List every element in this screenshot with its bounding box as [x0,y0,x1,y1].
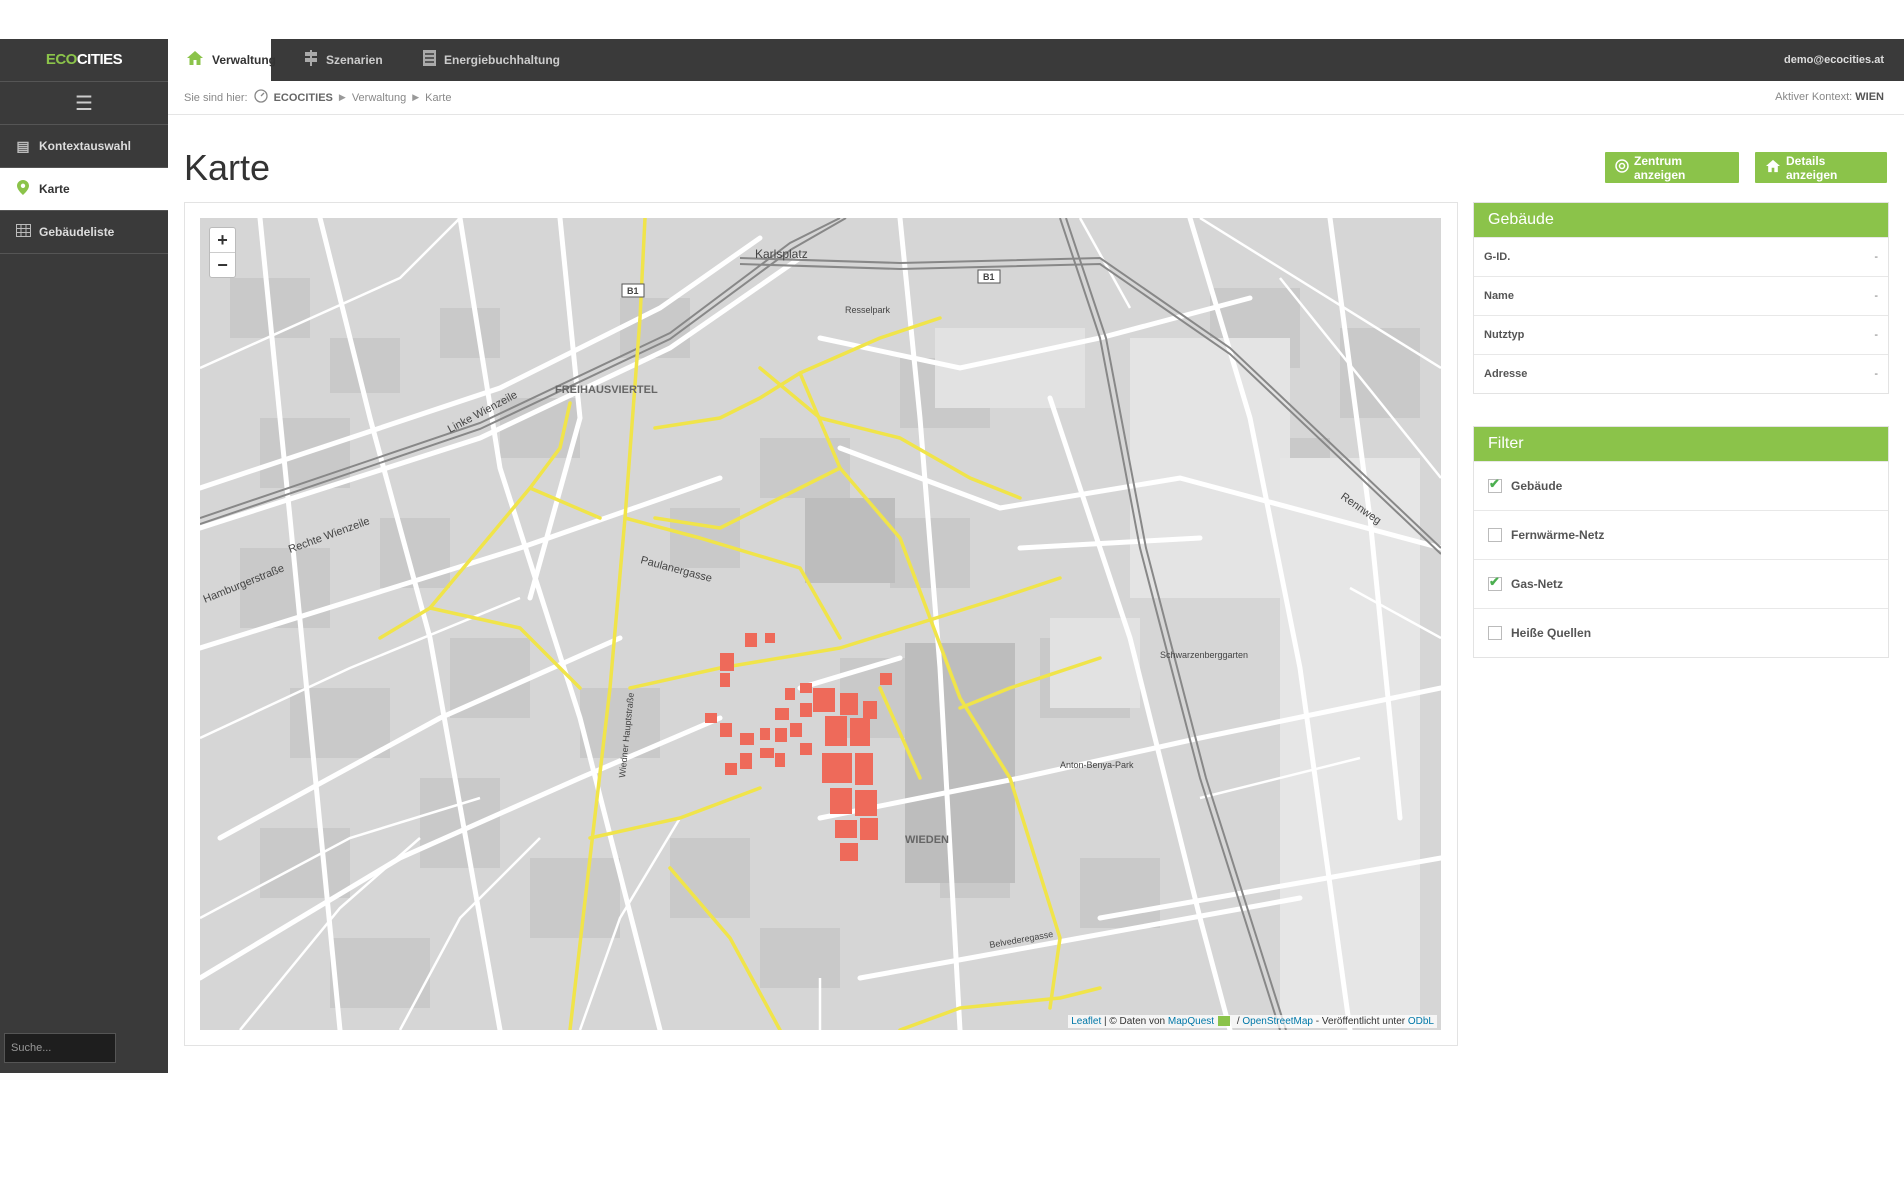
svg-text:B1: B1 [627,286,639,296]
filter-heisse-quellen[interactable]: Heiße Quellen [1474,608,1888,657]
field-nutztyp: Nutztyp - [1474,315,1888,354]
tab-verwaltung[interactable]: Verwaltung [168,39,276,81]
svg-text:B1: B1 [983,272,995,282]
gebaeude-panel-title: Gebäude [1474,203,1888,237]
breadcrumb-home[interactable]: ECOCITIES [274,92,333,104]
sidebar-item-label: Kontextauswahl [39,139,132,153]
odbl-link[interactable]: ODbL [1408,1016,1434,1027]
map-tiles: Karlsplatz Resselpark FREIHAUSVIERTEL WI… [200,218,1441,1030]
sidebar-item-gebaeudeliste[interactable]: Gebäudeliste [0,211,168,254]
sidebar-item-karte[interactable]: Karte [0,168,168,211]
details-button[interactable]: Details anzeigen [1755,152,1887,183]
filter-gebaeude[interactable]: Gebäude [1474,461,1888,510]
zoom-in-button[interactable]: + [210,228,235,252]
tab-energiebuchhaltung[interactable]: Energiebuchhaltung [405,39,578,81]
osm-link[interactable]: OpenStreetMap [1242,1016,1313,1027]
sidebar-item-label: Gebäudeliste [39,225,115,239]
checkbox[interactable] [1488,476,1502,493]
checkbox[interactable] [1488,626,1502,640]
map-label: WIEDEN [905,834,949,846]
map[interactable]: Karlsplatz Resselpark FREIHAUSVIERTEL WI… [200,218,1441,1030]
target-icon [1615,159,1629,176]
app-window: ECOCITIES ☰ ▤ Kontextauswahl Karte Gebäu… [0,39,1904,1073]
zoom-control: + − [209,227,236,278]
top-navigation: Verwaltung Szenarien Energiebuchhaltung … [168,39,1904,81]
map-label: Resselpark [845,305,891,315]
map-label: Anton-Benya-Park [1060,760,1134,770]
checkbox[interactable] [1488,574,1502,591]
road-shield-b1: B1 [977,269,1001,284]
menu-toggle-icon[interactable]: ☰ [0,82,168,125]
map-label: Schwarzenberggarten [1160,650,1248,660]
map-label: Karlsplatz [755,247,808,261]
breadcrumb-item: Karte [425,91,452,104]
page-title: Karte [184,147,271,188]
filter-gas-netz[interactable]: Gas-Netz [1474,559,1888,608]
breadcrumb-item[interactable]: Verwaltung [352,92,406,104]
gebaeude-panel: Gebäude G-ID. - Name - Nutztyp - Adresse - [1473,202,1889,394]
map-label: FREIHAUSVIERTEL [555,384,658,396]
field-name: Name - [1474,276,1888,315]
home-icon [1765,159,1781,176]
tab-szenarien[interactable]: Szenarien [286,39,401,81]
zoom-out-button[interactable]: − [210,252,235,277]
layers-icon: ▤ [16,137,30,154]
sidebar-item-label: Karte [39,182,70,196]
road-shield-b1: B1 [621,283,645,298]
mapquest-link[interactable]: MapQuest [1168,1016,1214,1027]
breadcrumb-separator-icon: ▶ [412,92,420,102]
field-gid: G-ID. - [1474,237,1888,276]
filter-panel: Filter Gebäude Fernwärme-Netz Gas-Netz H… [1473,426,1889,658]
logo[interactable]: ECOCITIES [0,39,168,82]
home-icon [186,50,204,71]
sidebar: ECOCITIES ☰ ▤ Kontextauswahl Karte Gebäu… [0,39,168,1073]
breadcrumb-prefix: Sie sind hier: [184,91,248,104]
table-icon [14,224,32,240]
search-input[interactable] [4,1033,116,1063]
field-adresse: Adresse - [1474,354,1888,393]
map-marker-icon [14,180,32,198]
active-context: Aktiver Kontext: WIEN [1775,91,1884,103]
user-email[interactable]: demo@ecocities.at [1784,39,1884,81]
filter-fernwaerme-netz[interactable]: Fernwärme-Netz [1474,510,1888,559]
dashboard-icon [253,89,268,106]
filter-panel-title: Filter [1474,427,1888,461]
breadcrumb-separator-icon: ▶ [338,92,346,102]
breadcrumb: Sie sind hier: ECOCITIES ▶ Verwaltung ▶ … [184,81,451,114]
center-button[interactable]: Zentrum anzeigen [1605,152,1739,183]
breadcrumb-bar: Sie sind hier: ECOCITIES ▶ Verwaltung ▶ … [168,81,1904,115]
map-container: Karlsplatz Resselpark FREIHAUSVIERTEL WI… [184,202,1458,1046]
signpost-icon [304,49,318,71]
sidebar-item-kontextauswahl[interactable]: ▤ Kontextauswahl [0,125,168,168]
mapquest-logo-icon [1218,1016,1231,1027]
checkbox[interactable] [1488,528,1502,542]
ledger-icon [423,49,436,71]
leaflet-link[interactable]: Leaflet [1071,1016,1101,1027]
map-attribution: Leaflet | © Daten von MapQuest / OpenStr… [1068,1015,1437,1028]
